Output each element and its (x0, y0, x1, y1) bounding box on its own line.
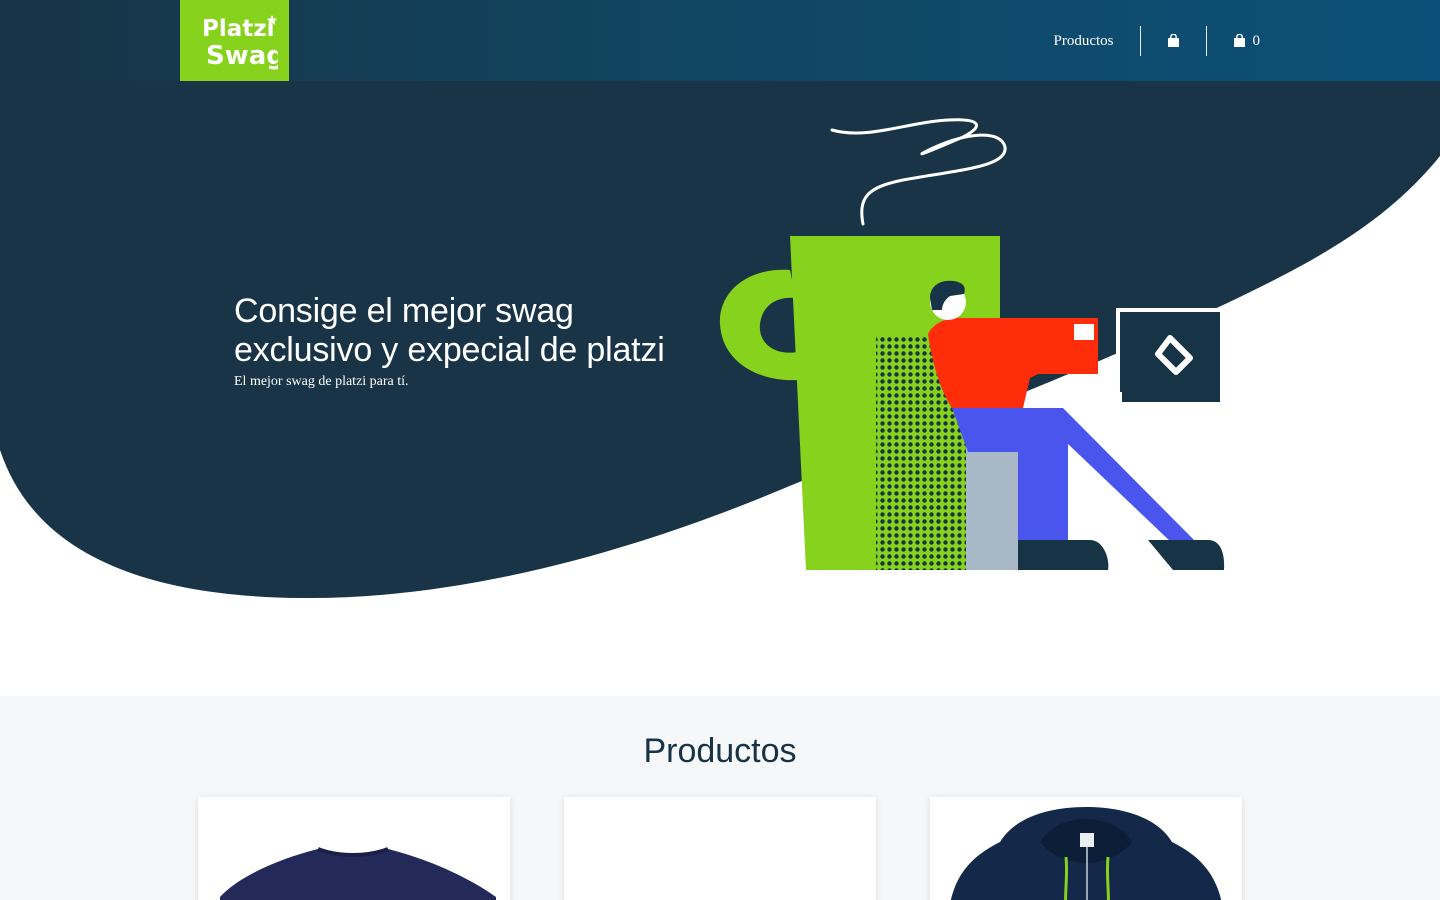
platzi-swag-logo[interactable]: Platzi Swag (180, 0, 289, 81)
laptop-screen (1120, 312, 1220, 402)
product-card[interactable] (198, 797, 510, 900)
hero-illustration (719, 118, 1225, 570)
cart-count: 0 (1252, 33, 1261, 49)
products-heading: Productos (643, 732, 797, 770)
navy-tshirt-image (220, 847, 496, 900)
product-image-placeholder (564, 797, 876, 900)
navy-hoodie-image (950, 807, 1222, 900)
steam-swirl (830, 118, 1007, 226)
chair (966, 432, 1018, 570)
products-section: Productos (0, 696, 1440, 900)
shopping-bag-button[interactable] (1141, 33, 1206, 48)
nav-divider (1205, 25, 1207, 56)
shopping-bag-icon (1167, 33, 1179, 47)
cart-button[interactable]: 0 (1207, 31, 1261, 50)
logo-wordmark: Platzi Swag (202, 14, 278, 71)
hero-title: Consige el mejor swag exclusivo y expeci… (234, 292, 665, 369)
nav-divider (1139, 25, 1141, 56)
nav-link-productos[interactable]: Productos (1054, 33, 1140, 50)
main-nav: Productos 0 (1054, 0, 1261, 81)
site-header: Platzi Swag Productos 0 (0, 0, 1440, 81)
svg-text:Platzi: Platzi (202, 16, 275, 42)
product-card[interactable] (564, 797, 876, 900)
hero-text-block: Consige el mejor swag exclusivo y expeci… (234, 292, 694, 390)
mug-handle (719, 269, 798, 381)
hero-subtitle: El mejor swag de platzi para tí. (234, 374, 409, 389)
person-hand (1074, 324, 1094, 340)
product-card[interactable] (930, 797, 1242, 900)
person-shoe (1018, 540, 1109, 570)
svg-text:Swag: Swag (206, 41, 278, 71)
person-shoe (1148, 540, 1225, 570)
laptop-base (1062, 392, 1122, 404)
cart-bag-icon (1233, 33, 1245, 47)
